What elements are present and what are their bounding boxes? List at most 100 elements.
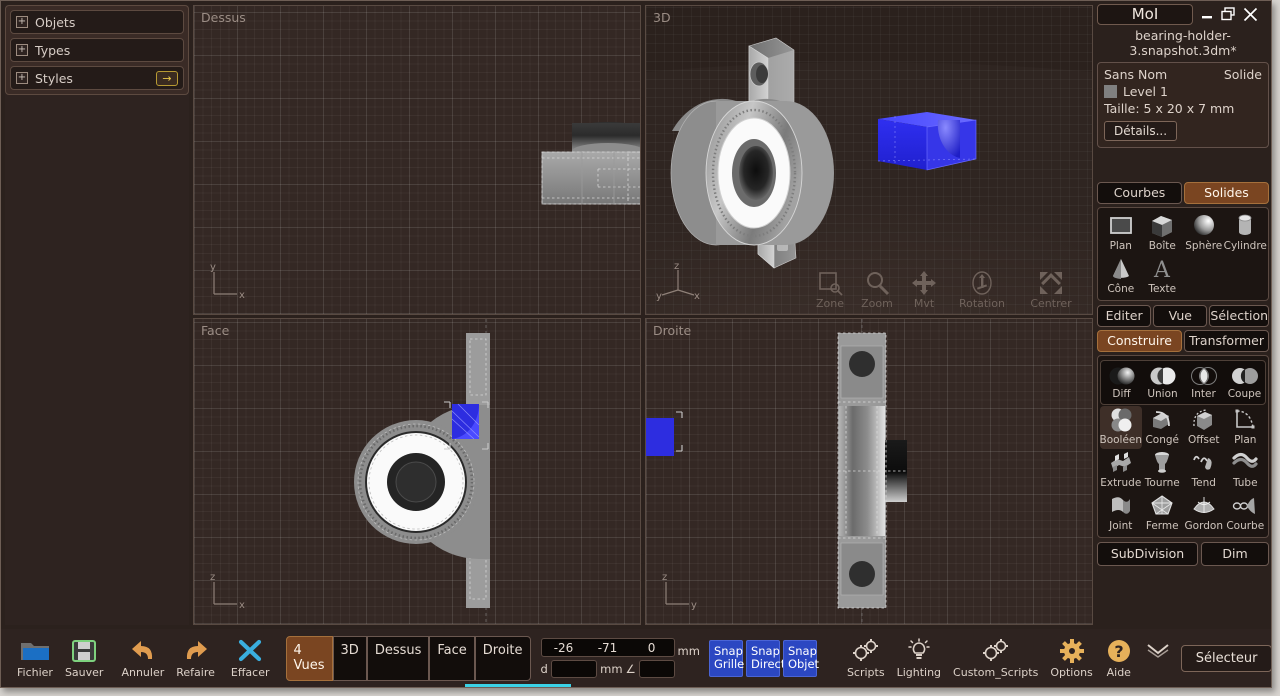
tab-solides[interactable]: Solides xyxy=(1184,182,1269,204)
tool-plan[interactable]: Plan xyxy=(1100,212,1142,255)
viewport-dessus[interactable]: Dessus y x xyxy=(193,5,641,315)
viewtab-3d[interactable]: 3D xyxy=(332,635,367,681)
viewport-nav-toolbar: Zone Zoom Mvt Rotation Centrer xyxy=(808,270,1084,310)
offset-icon xyxy=(1193,409,1212,430)
tool-ferme[interactable]: Ferme xyxy=(1142,492,1184,535)
refaire-button[interactable]: Refaire xyxy=(170,638,221,679)
sidebar-item-styles[interactable]: + Styles → xyxy=(10,66,184,90)
custom-scripts-button[interactable]: Custom_Scripts xyxy=(947,638,1044,679)
scripts-button[interactable]: Scripts xyxy=(841,638,891,679)
expand-plus-icon[interactable]: + xyxy=(16,44,28,56)
tool-texte[interactable]: A Texte xyxy=(1142,255,1184,298)
subdivision-button[interactable]: SubDivision xyxy=(1097,542,1198,566)
tab-vue[interactable]: Vue xyxy=(1153,305,1208,327)
tool-diff[interactable]: Diff xyxy=(1101,364,1142,403)
tool-union[interactable]: Union xyxy=(1142,364,1183,403)
tab-courbes[interactable]: Courbes xyxy=(1097,182,1182,204)
tool-courbe[interactable]: Courbe xyxy=(1225,492,1267,535)
tool-label: Congé xyxy=(1145,434,1180,446)
bb-label: Fichier xyxy=(17,665,53,679)
sidebar-item-objets[interactable]: + Objets xyxy=(10,10,184,34)
viewport-droite[interactable]: Droite z y xyxy=(645,318,1093,625)
tab-selection[interactable]: Sélection xyxy=(1209,305,1270,327)
app-logo[interactable]: MoI xyxy=(1097,3,1193,25)
pan-arrows-icon xyxy=(912,271,936,295)
primitives-palette: Plan Boîte Sphère Cylindre Cône A Texte xyxy=(1097,207,1269,301)
scene-browser-panel: + Objets + Types + Styles → xyxy=(5,5,189,625)
object-properties-panel: Sans Nom Solide Level 1 Taille: 5 x 20 x… xyxy=(1097,62,1269,148)
svg-text:z: z xyxy=(674,261,679,272)
expand-plus-icon[interactable]: + xyxy=(16,72,28,84)
tool-extrude[interactable]: Extrude xyxy=(1100,449,1142,492)
effacer-button[interactable]: Effacer xyxy=(221,638,276,679)
expand-plus-icon[interactable]: + xyxy=(16,16,28,28)
tool-label: Tend xyxy=(1191,477,1216,489)
tab-construire[interactable]: Construire xyxy=(1097,330,1182,352)
annuler-button[interactable]: Annuler xyxy=(109,638,170,679)
tool-offset[interactable]: Offset xyxy=(1183,406,1225,449)
sauver-button[interactable]: Sauver xyxy=(59,638,110,679)
details-button[interactable]: Détails... xyxy=(1104,121,1178,141)
tab-transformer[interactable]: Transformer xyxy=(1184,330,1269,352)
layer-color-swatch[interactable] xyxy=(1104,85,1117,98)
zone-select-icon xyxy=(819,272,843,296)
tool-cone[interactable]: Cône xyxy=(1100,255,1142,298)
expand-arrows-icon xyxy=(1040,272,1062,294)
tool-tend[interactable]: Tend xyxy=(1183,449,1225,492)
viewport-nav-zoom[interactable]: Zoom xyxy=(855,270,899,310)
viewport-nav-centrer[interactable]: Centrer xyxy=(1018,270,1084,310)
tool-booleen[interactable]: Booléen xyxy=(1099,406,1142,449)
restore-icon[interactable] xyxy=(1221,7,1236,21)
aide-button[interactable]: ? Aide xyxy=(1099,638,1139,679)
tool-plan-surface[interactable]: Plan xyxy=(1225,406,1267,449)
viewport-nav-zone[interactable]: Zone xyxy=(808,270,852,310)
viewport-nav-rotation[interactable]: Rotation xyxy=(949,270,1015,310)
selected-element-face xyxy=(451,403,480,440)
construct-palette: Diff Union Inter Coupe Booléen Congé Off… xyxy=(1097,355,1269,538)
tool-label: Courbe xyxy=(1226,520,1265,532)
lighting-button[interactable]: Lighting xyxy=(891,637,947,679)
gordon-icon xyxy=(1193,497,1215,513)
menu-tabs: Editer Vue Sélection xyxy=(1097,305,1270,327)
dessus-geometry xyxy=(541,122,640,205)
viewtab-face[interactable]: Face xyxy=(429,635,475,681)
viewtab-4vues[interactable]: 4 Vues xyxy=(285,635,333,681)
viewport-face[interactable]: Face z x xyxy=(193,318,641,625)
options-button[interactable]: Options xyxy=(1044,638,1098,679)
text-icon: A xyxy=(1153,258,1171,282)
chevron-down-icon[interactable] xyxy=(1139,642,1177,674)
snap-direct-button[interactable]: Snap Direct xyxy=(745,639,785,677)
tool-sphere[interactable]: Sphère xyxy=(1183,212,1225,255)
tool-inter[interactable]: Inter xyxy=(1183,364,1224,403)
snap-grille-button[interactable]: Snap Grille xyxy=(708,639,744,677)
distance-input[interactable] xyxy=(550,660,598,678)
styles-arrow-icon[interactable]: → xyxy=(156,70,178,86)
object-level: Level 1 xyxy=(1123,84,1168,99)
tool-conge[interactable]: Congé xyxy=(1142,406,1184,449)
angle-input[interactable] xyxy=(638,660,675,678)
viewtab-droite[interactable]: Droite xyxy=(474,635,531,681)
selecteur-button[interactable]: Sélecteur xyxy=(1180,644,1271,672)
snap-objet-button[interactable]: Snap Objet xyxy=(782,639,819,677)
tool-label: Gordon xyxy=(1184,520,1223,532)
tool-joint[interactable]: Joint xyxy=(1100,492,1142,535)
tool-gordon[interactable]: Gordon xyxy=(1183,492,1225,535)
tool-tourne[interactable]: Tourne xyxy=(1142,449,1184,492)
tool-label: Coupe xyxy=(1227,388,1262,400)
viewport-3d[interactable]: 3D z x y Zone Zoom Mvt Rotation Centrer xyxy=(645,5,1093,315)
close-icon[interactable] xyxy=(1243,7,1258,22)
tool-cylindre[interactable]: Cylindre xyxy=(1224,212,1267,255)
tool-boite[interactable]: Boîte xyxy=(1142,212,1184,255)
tool-coupe[interactable]: Coupe xyxy=(1224,364,1265,403)
sidebar-item-types[interactable]: + Types xyxy=(10,38,184,62)
coordinate-xyz-field[interactable]: -26 -71 0 xyxy=(540,638,675,657)
snap-line1: Snap xyxy=(713,643,743,658)
dim-button[interactable]: Dim xyxy=(1201,542,1269,566)
minimize-icon[interactable] xyxy=(1201,8,1214,21)
fichier-button[interactable]: Fichier xyxy=(11,638,59,679)
tab-editer[interactable]: Editer xyxy=(1097,305,1152,327)
viewport-nav-mvt[interactable]: Mvt xyxy=(902,270,946,310)
viewtab-dessus[interactable]: Dessus xyxy=(366,635,430,681)
viewport-nav-label: Zoom xyxy=(861,297,893,310)
tool-tube[interactable]: Tube xyxy=(1225,449,1267,492)
